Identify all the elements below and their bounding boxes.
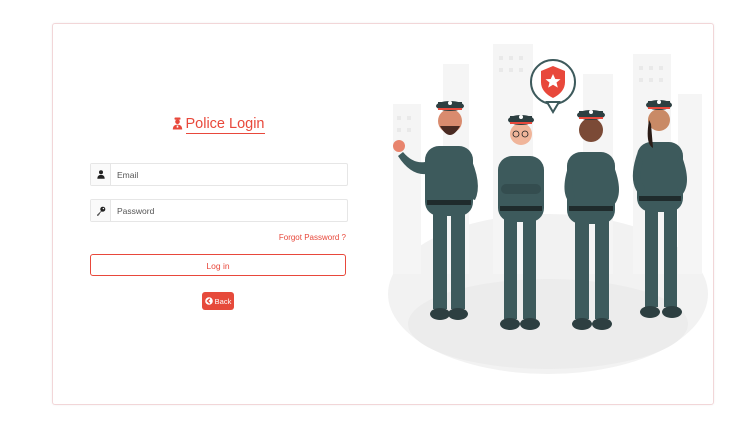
login-card: Police Login Forgot Password ? bbox=[52, 23, 714, 405]
police-officers-illustration bbox=[383, 24, 713, 404]
police-badge-icon bbox=[530, 59, 576, 114]
key-icon bbox=[91, 200, 111, 221]
email-input[interactable] bbox=[111, 164, 347, 185]
login-form: Police Login Forgot Password ? bbox=[53, 24, 383, 404]
password-field-group bbox=[90, 199, 348, 222]
back-label: Back bbox=[214, 296, 232, 306]
page-title: Police Login bbox=[53, 116, 383, 134]
back-button[interactable]: Back bbox=[202, 292, 234, 310]
title-text: Police Login bbox=[185, 116, 265, 134]
email-field-group bbox=[90, 163, 348, 186]
user-icon bbox=[91, 164, 111, 185]
login-button[interactable]: Log in bbox=[90, 254, 346, 276]
password-input[interactable] bbox=[111, 200, 347, 221]
forgot-password-link[interactable]: Forgot Password ? bbox=[90, 233, 346, 242]
police-officer-icon bbox=[172, 117, 183, 134]
arrow-left-circle-icon bbox=[204, 297, 213, 305]
